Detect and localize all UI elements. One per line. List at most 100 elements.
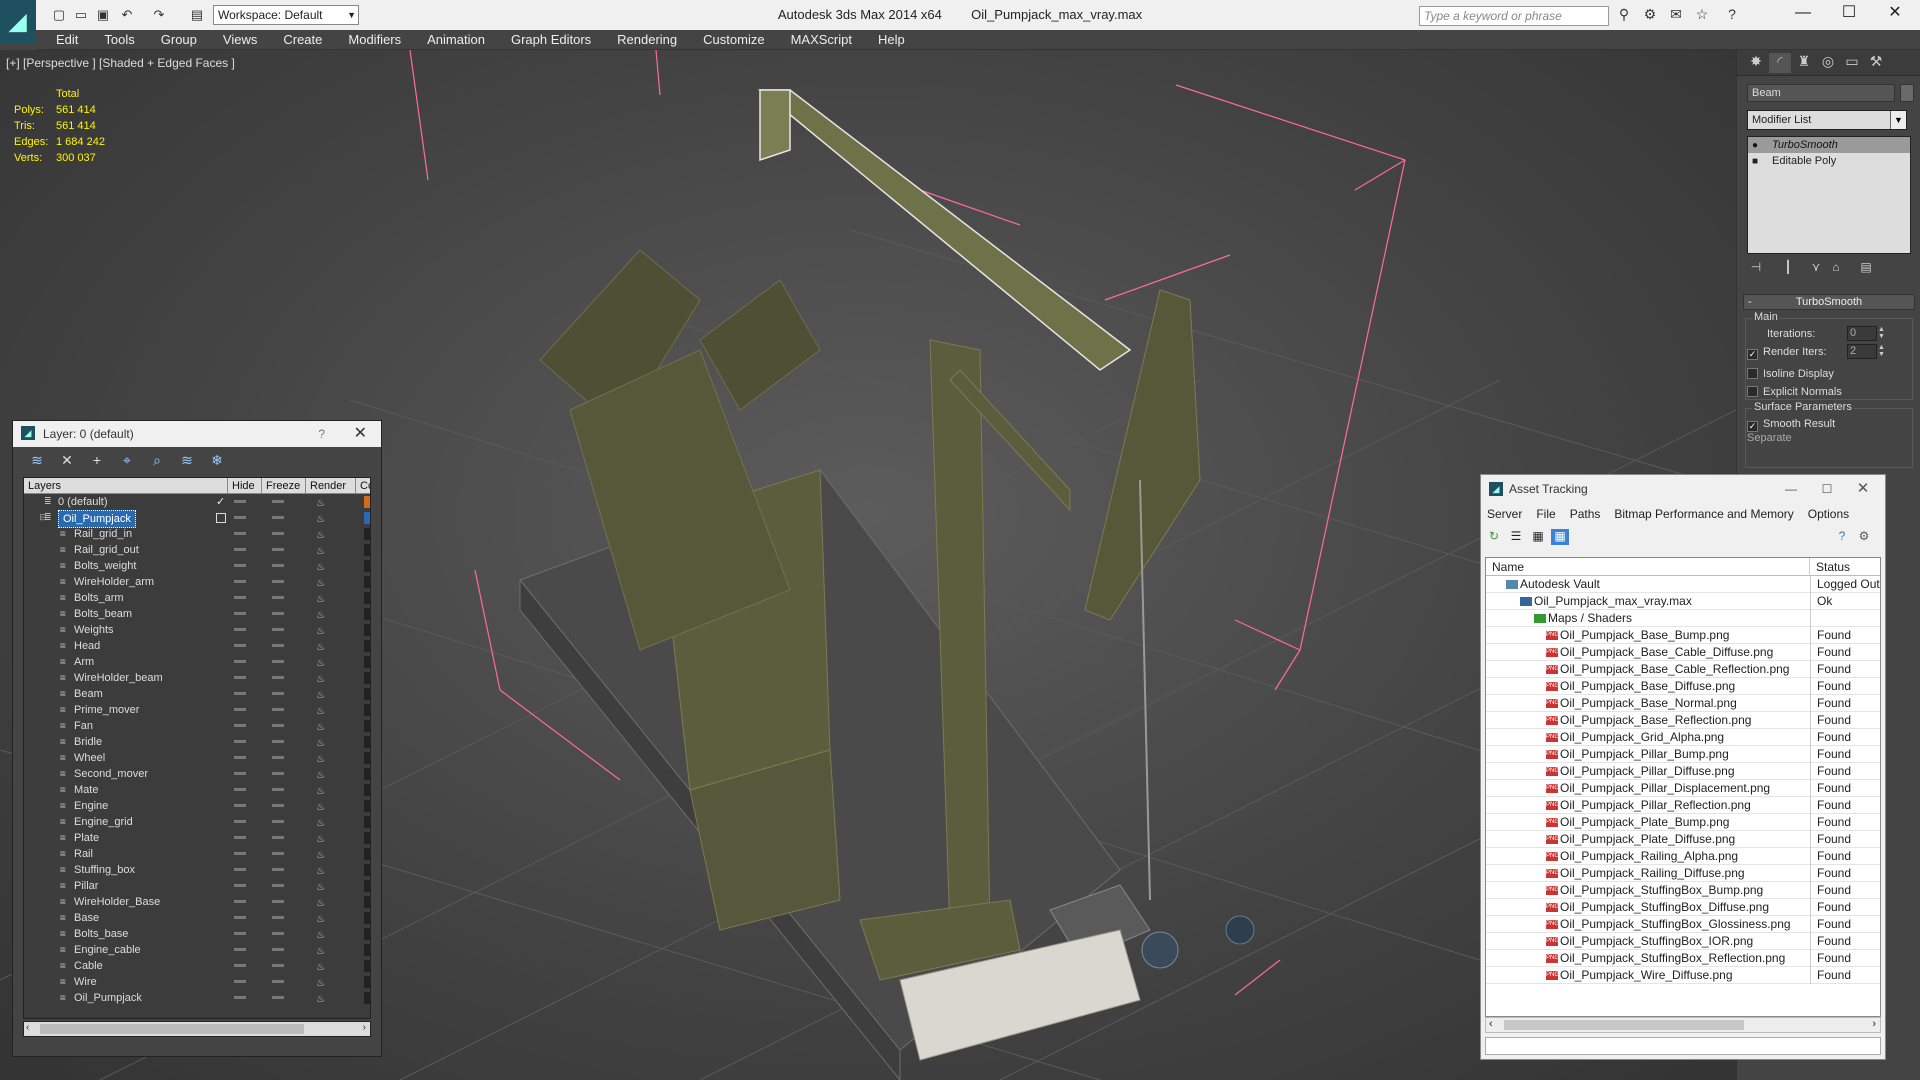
asset-maps-row[interactable]: Maps / Shaders xyxy=(1486,610,1880,627)
object-name[interactable]: Cable xyxy=(74,958,103,974)
asset-file-row[interactable]: PNG Oil_Pumpjack_StuffingBox_Diffuse.png F… xyxy=(1486,899,1880,916)
create-layer-icon[interactable]: ≋ xyxy=(27,452,47,470)
scroll-right-icon[interactable]: › xyxy=(1872,1018,1876,1030)
display-tab-icon[interactable]: ▭ xyxy=(1841,53,1863,73)
freeze-toggle[interactable] xyxy=(272,644,284,647)
render-iters-checkbox[interactable]: ✓ xyxy=(1747,349,1758,360)
spinner-arrows-icon[interactable]: ▲ ▼ xyxy=(1878,326,1885,340)
column-name[interactable]: Name xyxy=(1486,558,1810,576)
menu-group[interactable]: Group xyxy=(148,30,210,50)
freeze-toggle[interactable] xyxy=(272,612,284,615)
hide-toggle[interactable] xyxy=(234,644,246,647)
asset-file-row[interactable]: PNG Oil_Pumpjack_Railing_Diffuse.png Found xyxy=(1486,865,1880,882)
object-name[interactable]: WireHolder_arm xyxy=(74,574,154,590)
hide-toggle[interactable] xyxy=(234,564,246,567)
scroll-left-icon[interactable]: ‹ xyxy=(1489,1018,1493,1030)
layer-color-swatch[interactable] xyxy=(364,576,370,588)
column-status[interactable]: Status xyxy=(1810,558,1880,576)
freeze-toggle[interactable] xyxy=(272,548,284,551)
object-row[interactable]: ⧈ Rail ♨ xyxy=(24,846,370,862)
object-name[interactable]: Mate xyxy=(74,782,98,798)
column-layers[interactable]: Layers xyxy=(24,478,228,494)
asset-file-row[interactable]: PNG Oil_Pumpjack_Wire_Diffuse.png Found xyxy=(1486,967,1880,984)
object-name[interactable]: Beam xyxy=(74,686,103,702)
asset-file-row[interactable]: PNG Oil_Pumpjack_Plate_Bump.png Found xyxy=(1486,814,1880,831)
layer-color-swatch[interactable] xyxy=(364,928,370,940)
scroll-thumb[interactable] xyxy=(1504,1020,1744,1030)
layer-color-swatch[interactable] xyxy=(364,720,370,732)
object-name[interactable]: Wire xyxy=(74,974,97,990)
hide-toggle[interactable] xyxy=(234,532,246,535)
object-name[interactable]: Weights xyxy=(74,622,114,638)
minimize-button[interactable]: — xyxy=(1773,475,1809,503)
vault-settings-icon[interactable]: ⚙ xyxy=(1855,529,1873,545)
layer-color-swatch[interactable] xyxy=(364,944,370,956)
highlight-layers-icon[interactable]: ⌕ xyxy=(147,452,167,470)
active-layer-check-icon[interactable]: ✓ xyxy=(216,494,225,510)
hide-toggle[interactable] xyxy=(234,596,246,599)
object-name[interactable]: Prime_mover xyxy=(74,702,139,718)
freeze-toggle[interactable] xyxy=(272,980,284,983)
create-tab-icon[interactable]: ✸ xyxy=(1745,53,1767,73)
layer-color-swatch[interactable] xyxy=(364,640,370,652)
freeze-toggle[interactable] xyxy=(272,692,284,695)
scroll-left-icon[interactable]: ‹ xyxy=(26,1022,29,1033)
object-name[interactable]: Stuffing_box xyxy=(74,862,135,878)
menu-rendering[interactable]: Rendering xyxy=(604,30,690,50)
spinner-arrows-icon[interactable]: ▲ ▼ xyxy=(1878,344,1885,358)
object-name[interactable]: Engine xyxy=(74,798,108,814)
freeze-toggle[interactable] xyxy=(272,772,284,775)
delete-layer-icon[interactable]: ✕ xyxy=(57,452,77,470)
hide-toggle[interactable] xyxy=(234,932,246,935)
asset-file-row[interactable]: PNG Oil_Pumpjack_Railing_Alpha.png Found xyxy=(1486,848,1880,865)
hide-toggle[interactable] xyxy=(234,964,246,967)
object-name[interactable]: Rail_grid_in xyxy=(74,526,132,542)
close-icon[interactable]: ✕ xyxy=(1845,475,1881,503)
help-button[interactable]: ? xyxy=(318,421,325,447)
menu-customize[interactable]: Customize xyxy=(690,30,777,50)
asset-file-row[interactable]: PNG Oil_Pumpjack_Base_Bump.png Found xyxy=(1486,627,1880,644)
object-row[interactable]: ⧈ WireHolder_arm ♨ xyxy=(24,574,370,590)
freeze-toggle[interactable] xyxy=(272,948,284,951)
hide-toggle[interactable] xyxy=(234,916,246,919)
layer-color-swatch[interactable] xyxy=(364,608,370,620)
hide-toggle[interactable] xyxy=(234,804,246,807)
hide-toggle[interactable] xyxy=(234,500,246,503)
stack-item-editable-poly[interactable]: ■ Editable Poly xyxy=(1748,153,1910,169)
object-row[interactable]: ⧈ Stuffing_box ♨ xyxy=(24,862,370,878)
hide-toggle[interactable] xyxy=(234,548,246,551)
layer-color-swatch[interactable] xyxy=(364,768,370,780)
layer-color-swatch[interactable] xyxy=(364,704,370,716)
object-name[interactable]: Rail_grid_out xyxy=(74,542,139,558)
pin-stack-icon[interactable]: ⊣ xyxy=(1747,260,1765,276)
freeze-toggle[interactable] xyxy=(272,532,284,535)
refresh-icon[interactable]: ↻ xyxy=(1485,529,1503,545)
object-name[interactable]: Arm xyxy=(74,654,94,670)
render-iters-spinner[interactable]: 2 xyxy=(1847,344,1877,359)
hide-toggle[interactable] xyxy=(234,628,246,631)
layer-color-swatch[interactable] xyxy=(364,992,370,1004)
object-row[interactable]: ⧈ Head ♨ xyxy=(24,638,370,654)
object-name[interactable]: WireHolder_Base xyxy=(74,894,160,910)
freeze-toggle[interactable] xyxy=(272,788,284,791)
layer-manager-titlebar[interactable]: ◢ Layer: 0 (default) ? ✕ xyxy=(13,421,381,447)
add-to-layer-icon[interactable]: + xyxy=(87,452,107,470)
object-row[interactable]: ⧈ Plate ♨ xyxy=(24,830,370,846)
asset-path-field[interactable] xyxy=(1485,1037,1881,1055)
make-unique-icon[interactable]: ⋎ xyxy=(1807,260,1825,276)
asset-max-row[interactable]: Oil_Pumpjack_max_vray.max Ok xyxy=(1486,593,1880,610)
hide-toggle[interactable] xyxy=(234,660,246,663)
show-end-result-icon[interactable]: ┃ xyxy=(1779,260,1797,276)
column-color[interactable]: Co xyxy=(356,478,370,494)
hide-toggle[interactable] xyxy=(234,676,246,679)
menu-modifiers[interactable]: Modifiers xyxy=(335,30,414,50)
layer-color-swatch[interactable] xyxy=(364,896,370,908)
layer-color-swatch[interactable] xyxy=(364,976,370,988)
remove-modifier-icon[interactable]: ⌂ xyxy=(1827,260,1845,276)
asset-file-row[interactable]: PNG Oil_Pumpjack_Base_Reflection.png Found xyxy=(1486,712,1880,729)
layer-color-swatch[interactable] xyxy=(364,864,370,876)
help-icon[interactable]: ? xyxy=(1722,6,1742,24)
column-render[interactable]: Render xyxy=(306,478,356,494)
lightbulb-icon[interactable]: ● xyxy=(1752,138,1758,154)
layer-color-swatch[interactable] xyxy=(364,560,370,572)
